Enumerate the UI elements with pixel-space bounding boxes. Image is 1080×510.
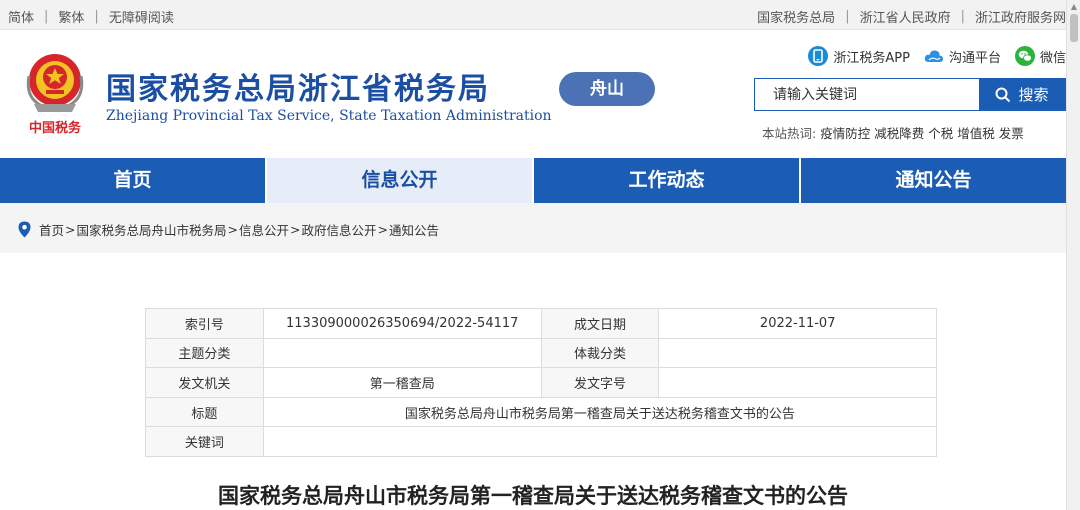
accessibility-link[interactable]: 无障碍阅读 <box>109 7 174 26</box>
divider: | <box>44 9 49 24</box>
keywords-value <box>262 426 938 457</box>
nav-info-disclosure[interactable]: 信息公开 <box>267 158 534 203</box>
keywords-label: 关键词 <box>145 426 264 457</box>
genre-label: 体裁分类 <box>540 337 660 369</box>
quick-link-label: 沟通平台 <box>948 50 1001 66</box>
quick-link-label: 微信 <box>1039 50 1066 66</box>
breadcrumb-separator: > <box>377 222 388 237</box>
issuer-label: 发文机关 <box>145 367 264 398</box>
breadcrumb-separator: > <box>227 222 238 237</box>
wechat-icon <box>1014 46 1035 66</box>
index-label: 索引号 <box>145 308 264 339</box>
hot-words: 本站热词: 疫情防控 减税降费 个税 增值税 发票 <box>762 123 1024 142</box>
search-button-label: 搜索 <box>1018 86 1049 104</box>
date-label: 成文日期 <box>540 308 660 339</box>
quick-links: 浙江税务APP 沟通平台 微信 <box>794 46 1066 66</box>
search-input[interactable] <box>755 79 979 110</box>
hot-word[interactable]: 个税 <box>928 123 953 142</box>
document-info-table: 索引号 113309000026350694/2022-54117 成文日期 2… <box>145 308 938 457</box>
search-button[interactable]: 搜索 <box>979 79 1065 110</box>
hot-word[interactable]: 发票 <box>999 123 1024 142</box>
topic-value <box>262 337 542 369</box>
nav-announcements[interactable]: 通知公告 <box>801 158 1066 203</box>
hot-word[interactable]: 增值税 <box>957 123 995 142</box>
table-row: 关键词 <box>145 426 938 457</box>
docno-value <box>658 367 937 398</box>
nav-work-updates[interactable]: 工作动态 <box>534 158 801 203</box>
table-row: 发文机关 第一稽查局 发文字号 <box>145 367 937 398</box>
date-value: 2022-11-07 <box>658 308 937 339</box>
location-pin-icon <box>18 221 31 238</box>
breadcrumb-separator: > <box>290 222 301 237</box>
traditional-chinese-link[interactable]: 繁体 <box>58 7 84 26</box>
city-badge[interactable]: 舟山 <box>559 72 655 106</box>
breadcrumb-announcements[interactable]: 通知公告 <box>389 220 439 239</box>
cloud-icon <box>924 50 944 62</box>
mobile-app-icon <box>808 46 829 66</box>
quick-link-platform[interactable]: 沟通平台 <box>924 47 1001 66</box>
quick-link-label: 浙江税务APP <box>833 50 910 66</box>
genre-value <box>658 337 937 369</box>
main-nav: 首页 信息公开 工作动态 通知公告 <box>0 158 1066 203</box>
sta-link[interactable]: 国家税务总局 <box>757 7 835 26</box>
search-box: 搜索 <box>754 78 1066 111</box>
docno-label: 发文字号 <box>540 367 660 398</box>
title-label: 标题 <box>145 396 264 428</box>
site-header: 中国税务 国家税务总局浙江省税务局 Zhejiang Provincial Ta… <box>0 30 1066 158</box>
scrollbar-thumb[interactable] <box>1070 14 1078 42</box>
search-icon <box>995 87 1011 102</box>
hot-word[interactable]: 疫情防控 <box>820 123 870 142</box>
scroll-up-icon[interactable]: ▲ <box>1067 0 1080 14</box>
article-title: 国家税务总局舟山市税务局第一稽查局关于送达税务稽查文书的公告 <box>218 484 848 508</box>
language-switcher: 简体 | 繁体 | 无障碍阅读 <box>8 7 174 26</box>
nav-home[interactable]: 首页 <box>0 158 267 203</box>
table-row: 标题 国家税务总局舟山市税务局第一稽查局关于送达税务稽查文书的公告 <box>145 396 938 428</box>
site-subtitle: Zhejiang Provincial Tax Service, State T… <box>106 108 552 124</box>
simplified-chinese-link[interactable]: 简体 <box>8 7 34 26</box>
zhejiang-government-link[interactable]: 浙江省人民政府 <box>860 7 951 26</box>
title-value: 国家税务总局舟山市税务局第一稽查局关于送达税务稽查文书的公告 <box>262 396 938 428</box>
zhejiang-service-link[interactable]: 浙江政府服务网 <box>975 7 1066 26</box>
top-utility-bar: 简体 | 繁体 | 无障碍阅读 国家税务总局 | 浙江省人民政府 | 浙江政府服… <box>0 0 1066 30</box>
site-title[interactable]: 国家税务总局浙江省税务局 <box>106 64 490 108</box>
external-links: 国家税务总局 | 浙江省人民政府 | 浙江政府服务网 <box>757 7 1066 26</box>
quick-link-app[interactable]: 浙江税务APP <box>808 46 910 66</box>
divider: | <box>94 9 99 24</box>
breadcrumb-info-disclosure[interactable]: 信息公开 <box>239 220 289 239</box>
emblem-lettering: 中国税务 <box>29 120 82 136</box>
tax-emblem-icon: 中国税务 <box>26 54 84 136</box>
topic-label: 主题分类 <box>145 337 264 369</box>
hot-word[interactable]: 减税降费 <box>874 123 924 142</box>
hot-words-label: 本站热词: <box>762 126 817 141</box>
table-row: 索引号 113309000026350694/2022-54117 成文日期 2… <box>145 308 937 339</box>
issuer-value: 第一稽查局 <box>262 367 542 398</box>
breadcrumb-gov-info[interactable]: 政府信息公开 <box>302 220 377 239</box>
divider: | <box>960 9 965 24</box>
breadcrumb: 首页 > 国家税务总局舟山市税务局 > 信息公开 > 政府信息公开 > 通知公告 <box>18 220 439 239</box>
divider: | <box>845 9 850 24</box>
page-scrollbar[interactable]: ▲ <box>1066 0 1080 510</box>
breadcrumb-separator: > <box>65 222 76 237</box>
breadcrumb-zhoushan-bureau[interactable]: 国家税务总局舟山市税务局 <box>77 220 227 239</box>
index-value: 113309000026350694/2022-54117 <box>262 308 542 339</box>
quick-link-wechat[interactable]: 微信 <box>1014 46 1066 66</box>
breadcrumb-bar: 首页 > 国家税务总局舟山市税务局 > 信息公开 > 政府信息公开 > 通知公告 <box>0 203 1066 253</box>
breadcrumb-home[interactable]: 首页 <box>39 220 64 239</box>
table-row: 主题分类 体裁分类 <box>145 337 937 369</box>
